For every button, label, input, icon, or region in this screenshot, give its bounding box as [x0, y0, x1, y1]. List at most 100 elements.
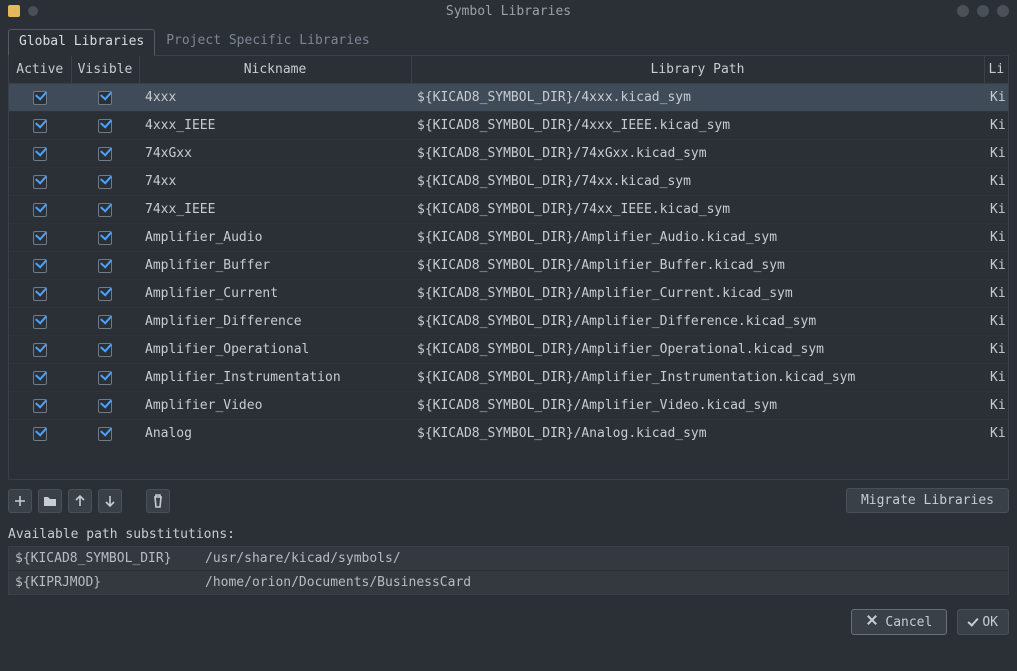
table-row[interactable]: 4xxx${KICAD8_SYMBOL_DIR}/4xxx.kicad_symK…: [9, 84, 1008, 112]
cell-lib[interactable]: Ki: [984, 84, 1008, 112]
move-down-button[interactable]: [98, 489, 122, 513]
table-row[interactable]: 74xx_IEEE${KICAD8_SYMBOL_DIR}/74xx_IEEE.…: [9, 196, 1008, 224]
cell-nickname[interactable]: Amplifier_Instrumentation: [139, 364, 411, 392]
visible-checkbox[interactable]: [98, 231, 112, 245]
cell-nickname[interactable]: 74xx: [139, 168, 411, 196]
add-button[interactable]: [8, 489, 32, 513]
active-checkbox[interactable]: [33, 203, 47, 217]
titlebar: Symbol Libraries: [0, 0, 1017, 22]
visible-checkbox[interactable]: [98, 427, 112, 441]
ok-button[interactable]: OK: [957, 609, 1009, 635]
cell-lib[interactable]: Ki: [984, 112, 1008, 140]
visible-checkbox[interactable]: [98, 175, 112, 189]
column-header-active[interactable]: Active: [9, 56, 71, 84]
visible-checkbox[interactable]: [98, 343, 112, 357]
move-up-button[interactable]: [68, 489, 92, 513]
column-header-library-path[interactable]: Library Path: [411, 56, 984, 84]
visible-checkbox[interactable]: [98, 399, 112, 413]
visible-checkbox[interactable]: [98, 203, 112, 217]
active-checkbox[interactable]: [33, 119, 47, 133]
cell-path[interactable]: ${KICAD8_SYMBOL_DIR}/74xx_IEEE.kicad_sym: [411, 196, 984, 224]
cell-path[interactable]: ${KICAD8_SYMBOL_DIR}/Amplifier_Operation…: [411, 336, 984, 364]
cell-lib[interactable]: Ki: [984, 280, 1008, 308]
cell-nickname[interactable]: Amplifier_Audio: [139, 224, 411, 252]
cell-path[interactable]: ${KICAD8_SYMBOL_DIR}/Amplifier_Buffer.ki…: [411, 252, 984, 280]
active-checkbox[interactable]: [33, 231, 47, 245]
cell-path[interactable]: ${KICAD8_SYMBOL_DIR}/Analog.kicad_sym: [411, 420, 984, 448]
cell-path[interactable]: ${KICAD8_SYMBOL_DIR}/Amplifier_Differenc…: [411, 308, 984, 336]
cell-lib[interactable]: Ki: [984, 252, 1008, 280]
cell-lib[interactable]: Ki: [984, 196, 1008, 224]
table-row[interactable]: Amplifier_Video${KICAD8_SYMBOL_DIR}/Ampl…: [9, 392, 1008, 420]
window-close-icon[interactable]: [997, 5, 1009, 17]
table-row[interactable]: Amplifier_Difference${KICAD8_SYMBOL_DIR}…: [9, 308, 1008, 336]
active-checkbox[interactable]: [33, 427, 47, 441]
table-row[interactable]: 74xGxx${KICAD8_SYMBOL_DIR}/74xGxx.kicad_…: [9, 140, 1008, 168]
active-checkbox[interactable]: [33, 175, 47, 189]
table-row[interactable]: Amplifier_Audio${KICAD8_SYMBOL_DIR}/Ampl…: [9, 224, 1008, 252]
visible-checkbox[interactable]: [98, 259, 112, 273]
cell-lib[interactable]: Ki: [984, 168, 1008, 196]
cell-lib[interactable]: Ki: [984, 140, 1008, 168]
active-checkbox[interactable]: [33, 147, 47, 161]
active-checkbox[interactable]: [33, 91, 47, 105]
cell-lib[interactable]: Ki: [984, 420, 1008, 448]
visible-checkbox[interactable]: [98, 371, 112, 385]
cell-nickname[interactable]: Amplifier_Video: [139, 392, 411, 420]
active-checkbox[interactable]: [33, 343, 47, 357]
active-checkbox[interactable]: [33, 315, 47, 329]
cell-path[interactable]: ${KICAD8_SYMBOL_DIR}/74xx.kicad_sym: [411, 168, 984, 196]
cell-nickname[interactable]: Analog: [139, 420, 411, 448]
visible-checkbox[interactable]: [98, 287, 112, 301]
cell-path[interactable]: ${KICAD8_SYMBOL_DIR}/4xxx_IEEE.kicad_sym: [411, 112, 984, 140]
table-row[interactable]: Amplifier_Current${KICAD8_SYMBOL_DIR}/Am…: [9, 280, 1008, 308]
cell-lib[interactable]: Ki: [984, 336, 1008, 364]
active-checkbox[interactable]: [33, 259, 47, 273]
table-row[interactable]: Analog${KICAD8_SYMBOL_DIR}/Analog.kicad_…: [9, 420, 1008, 448]
cell-lib[interactable]: Ki: [984, 392, 1008, 420]
active-checkbox[interactable]: [33, 399, 47, 413]
active-checkbox[interactable]: [33, 371, 47, 385]
window-maximize-icon[interactable]: [977, 5, 989, 17]
cancel-icon: [866, 614, 878, 626]
tab-project-specific-libraries[interactable]: Project Specific Libraries: [155, 28, 381, 55]
table-row[interactable]: Amplifier_Operational${KICAD8_SYMBOL_DIR…: [9, 336, 1008, 364]
cell-path[interactable]: ${KICAD8_SYMBOL_DIR}/74xGxx.kicad_sym: [411, 140, 984, 168]
cell-nickname[interactable]: Amplifier_Operational: [139, 336, 411, 364]
cell-nickname[interactable]: Amplifier_Buffer: [139, 252, 411, 280]
active-checkbox[interactable]: [33, 287, 47, 301]
delete-button[interactable]: [146, 489, 170, 513]
cell-nickname[interactable]: 74xGxx: [139, 140, 411, 168]
cell-lib[interactable]: Ki: [984, 308, 1008, 336]
table-row[interactable]: Amplifier_Instrumentation${KICAD8_SYMBOL…: [9, 364, 1008, 392]
library-table[interactable]: Active Visible Nickname Library Path Li …: [8, 56, 1009, 480]
tab-global-libraries[interactable]: Global Libraries: [8, 29, 155, 56]
cell-nickname[interactable]: Amplifier_Current: [139, 280, 411, 308]
cell-lib[interactable]: Ki: [984, 364, 1008, 392]
cancel-button[interactable]: Cancel: [851, 609, 948, 635]
window-minimize-icon[interactable]: [957, 5, 969, 17]
cell-nickname[interactable]: 4xxx_IEEE: [139, 112, 411, 140]
cell-path[interactable]: ${KICAD8_SYMBOL_DIR}/Amplifier_Audio.kic…: [411, 224, 984, 252]
folder-button[interactable]: [38, 489, 62, 513]
cancel-label: Cancel: [885, 615, 932, 630]
visible-checkbox[interactable]: [98, 315, 112, 329]
cell-nickname[interactable]: 4xxx: [139, 84, 411, 112]
column-header-visible[interactable]: Visible: [71, 56, 139, 84]
cell-nickname[interactable]: 74xx_IEEE: [139, 196, 411, 224]
cell-path[interactable]: ${KICAD8_SYMBOL_DIR}/Amplifier_Video.kic…: [411, 392, 984, 420]
migrate-libraries-button[interactable]: Migrate Libraries: [846, 488, 1009, 513]
table-row[interactable]: Amplifier_Buffer${KICAD8_SYMBOL_DIR}/Amp…: [9, 252, 1008, 280]
cell-path[interactable]: ${KICAD8_SYMBOL_DIR}/4xxx.kicad_sym: [411, 84, 984, 112]
table-row[interactable]: 4xxx_IEEE${KICAD8_SYMBOL_DIR}/4xxx_IEEE.…: [9, 112, 1008, 140]
visible-checkbox[interactable]: [98, 119, 112, 133]
cell-nickname[interactable]: Amplifier_Difference: [139, 308, 411, 336]
column-header-lib[interactable]: Li: [984, 56, 1008, 84]
column-header-nickname[interactable]: Nickname: [139, 56, 411, 84]
table-row[interactable]: 74xx${KICAD8_SYMBOL_DIR}/74xx.kicad_symK…: [9, 168, 1008, 196]
cell-lib[interactable]: Ki: [984, 224, 1008, 252]
visible-checkbox[interactable]: [98, 147, 112, 161]
cell-path[interactable]: ${KICAD8_SYMBOL_DIR}/Amplifier_Current.k…: [411, 280, 984, 308]
cell-path[interactable]: ${KICAD8_SYMBOL_DIR}/Amplifier_Instrumen…: [411, 364, 984, 392]
visible-checkbox[interactable]: [98, 91, 112, 105]
